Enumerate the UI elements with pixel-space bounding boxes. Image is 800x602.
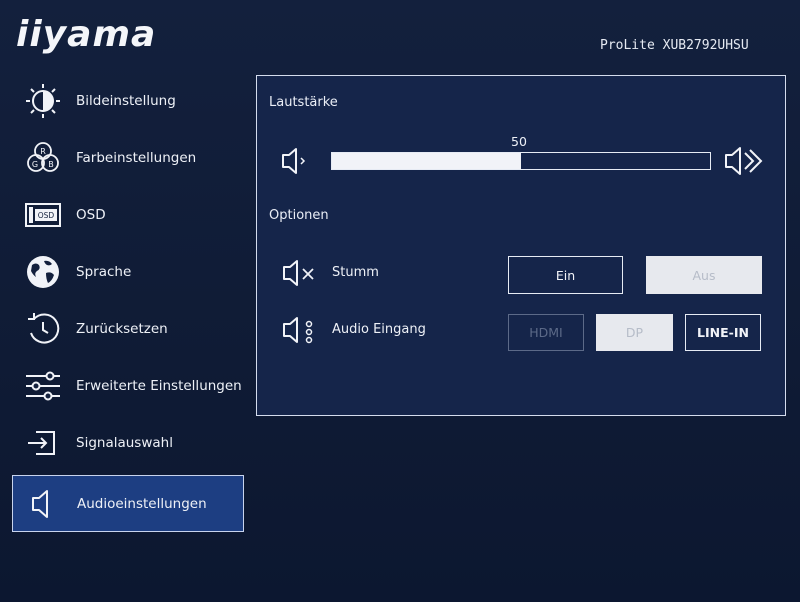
sidebar-item-label: Audioeinstellungen	[77, 495, 207, 512]
sidebar-item-label: Signalauswahl	[76, 434, 173, 451]
speaker-icon	[25, 485, 63, 523]
sidebar-item-audioeinstellungen[interactable]: Audioeinstellungen	[12, 475, 244, 532]
volume-high-icon	[723, 143, 763, 183]
volume-low-icon	[280, 144, 314, 182]
rgb-icon: R G B	[24, 139, 62, 177]
osd-icon: OSD	[24, 196, 62, 234]
osd-screen: iiyama ProLite XUB2792UHSU Bildeinstellu…	[0, 0, 800, 602]
model-name: ProLite XUB2792UHSU	[600, 38, 749, 53]
sidebar-item-farbeinstellungen[interactable]: R G B Farbeinstellungen	[12, 129, 244, 186]
mute-label: Stumm	[332, 265, 379, 280]
sidebar-item-label: Farbeinstellungen	[76, 149, 197, 166]
sidebar-item-label: Erweiterte Einstellungen	[76, 377, 242, 394]
osd-icon-text: OSD	[38, 211, 55, 220]
volume-value: 50	[511, 134, 527, 149]
globe-icon	[24, 253, 62, 291]
input-icon	[24, 424, 62, 462]
sidebar-menu: Bildeinstellung R G B Farbeinstellungen	[12, 72, 244, 532]
brightness-icon	[24, 82, 62, 120]
audio-input-line-in-button[interactable]: LINE-IN	[685, 314, 761, 351]
sidebar-item-sprache[interactable]: Sprache	[12, 243, 244, 300]
sidebar-item-label: Sprache	[76, 263, 132, 280]
volume-heading: Lautstärke	[269, 95, 338, 110]
sidebar-item-label: OSD	[76, 206, 106, 223]
volume-slider-fill	[332, 153, 521, 169]
audio-input-hdmi-button[interactable]: HDMI	[508, 314, 584, 351]
sliders-icon	[24, 367, 62, 405]
sidebar-item-label: Zurücksetzen	[76, 320, 168, 337]
audio-settings-panel	[256, 75, 786, 416]
audio-input-dp-button[interactable]: DP	[596, 314, 673, 351]
sidebar-item-signalauswahl[interactable]: Signalauswahl	[12, 414, 244, 471]
reset-icon	[24, 310, 62, 348]
brand-logo: iiyama	[16, 14, 157, 55]
sidebar-item-erweiterte-einstellungen[interactable]: Erweiterte Einstellungen	[12, 357, 244, 414]
audio-input-icon	[281, 313, 319, 351]
audio-input-label: Audio Eingang	[332, 322, 426, 337]
mute-off-button[interactable]: Aus	[646, 256, 762, 294]
sidebar-item-osd[interactable]: OSD OSD	[12, 186, 244, 243]
sidebar-item-zuruecksetzen[interactable]: Zurücksetzen	[12, 300, 244, 357]
sidebar-item-label: Bildeinstellung	[76, 92, 176, 109]
rgb-letter-r: R	[40, 147, 46, 156]
rgb-letter-g: G	[32, 160, 38, 169]
mute-on-button[interactable]: Ein	[508, 256, 623, 294]
sidebar-item-bildeinstellung[interactable]: Bildeinstellung	[12, 72, 244, 129]
options-heading: Optionen	[269, 208, 329, 223]
mute-icon	[281, 256, 319, 294]
rgb-letter-b: B	[48, 160, 54, 169]
volume-slider[interactable]	[331, 152, 711, 170]
